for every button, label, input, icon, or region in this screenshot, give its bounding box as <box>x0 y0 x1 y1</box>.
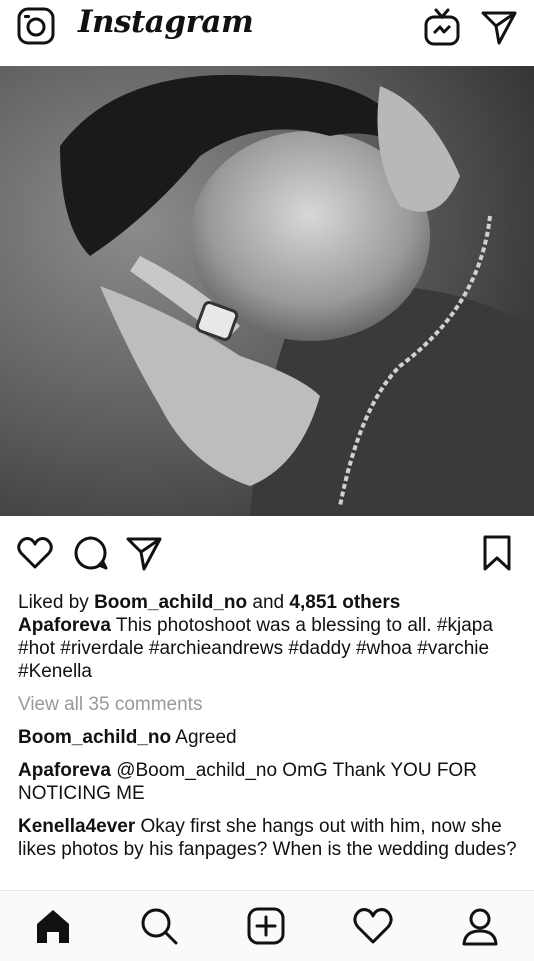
share-icon[interactable] <box>125 534 163 572</box>
post-details: Liked by Boom_achild_no and 4,851 others… <box>18 591 528 861</box>
comment-user[interactable]: Apaforeva <box>18 760 111 781</box>
caption: Apaforeva This photoshoot was a blessing… <box>18 614 528 683</box>
camera-icon[interactable] <box>16 6 56 46</box>
profile-icon[interactable] <box>459 905 501 947</box>
home-icon[interactable] <box>32 905 74 947</box>
comment: Kenella4ever Okay first she hangs out wi… <box>18 815 528 861</box>
comment: Apaforeva @Boom_achild_no OmG Thank YOU … <box>18 759 528 805</box>
send-icon[interactable] <box>480 8 518 46</box>
bottom-navigation <box>0 890 534 961</box>
search-icon[interactable] <box>138 905 180 947</box>
activity-icon[interactable] <box>352 905 394 947</box>
likes-count[interactable]: 4,851 others <box>289 592 400 613</box>
post-image[interactable] <box>0 66 534 516</box>
likes-prefix: Liked by <box>18 592 89 613</box>
comment-text: Agreed <box>171 727 237 748</box>
igtv-icon[interactable] <box>422 7 462 47</box>
likes-line: Liked by Boom_achild_no and 4,851 others <box>18 591 528 614</box>
caption-author[interactable]: Apaforeva <box>18 615 111 636</box>
app-logo: Instagram <box>78 4 254 40</box>
comment-user[interactable]: Boom_achild_no <box>18 727 171 748</box>
post-photo-art <box>0 66 534 516</box>
view-all-comments[interactable]: View all 35 comments <box>18 693 528 716</box>
bookmark-icon[interactable] <box>478 534 516 572</box>
comment-user[interactable]: Kenella4ever <box>18 816 135 837</box>
comment-icon[interactable] <box>72 534 110 572</box>
likes-user[interactable]: Boom_achild_no <box>94 592 247 613</box>
comment: Boom_achild_no Agreed <box>18 726 528 749</box>
likes-joiner: and <box>252 592 285 613</box>
top-bar: Instagram <box>0 0 534 67</box>
add-icon[interactable] <box>245 905 287 947</box>
heart-icon[interactable] <box>16 534 54 572</box>
post-actions <box>0 516 534 588</box>
